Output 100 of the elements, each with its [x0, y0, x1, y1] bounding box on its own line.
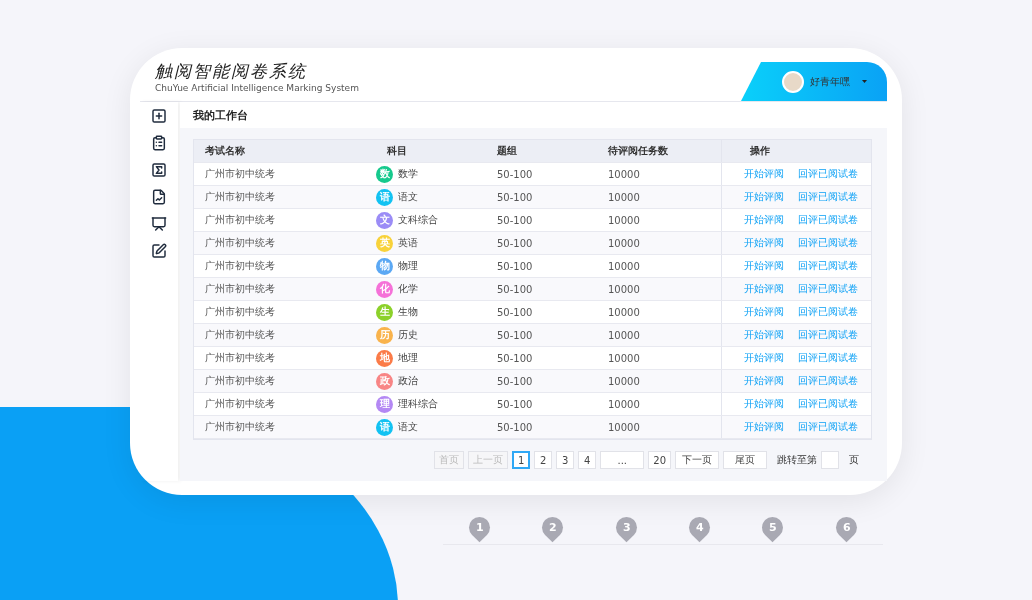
table-cell-text: 广州市初中统考 — [204, 420, 276, 434]
re-review-link[interactable]: 回评已阅试卷 — [798, 236, 858, 250]
subject-badge: 文 — [376, 211, 393, 229]
table-cell-text: 10000 — [607, 283, 641, 295]
table-cell-text: 50-100 — [496, 168, 534, 180]
table-cell-text: 10000 — [607, 329, 641, 341]
table-cell-text: 10000 — [607, 168, 641, 180]
jump-suffix: 页 — [849, 453, 859, 467]
start-review-link[interactable]: 开始评阅 — [744, 282, 784, 296]
subject-name: 历史 — [398, 328, 418, 342]
logo-title: 触阅智能阅卷系统 — [155, 60, 308, 83]
plus-icon[interactable] — [151, 108, 167, 124]
subject-name: 物理 — [398, 259, 418, 273]
table-cell-text: 广州市初中统考 — [204, 282, 276, 296]
subject-badge: 化 — [376, 280, 393, 298]
re-review-link[interactable]: 回评已阅试卷 — [798, 282, 858, 296]
user-name: 好青年嘿 — [810, 74, 850, 89]
table-cell-text: 50-100 — [496, 214, 534, 226]
subject-badge: 物 — [376, 257, 393, 275]
subject-name: 语文 — [398, 420, 418, 434]
table-cell-text: 10000 — [607, 421, 641, 433]
subject-badge: 政 — [376, 372, 393, 390]
avatar — [782, 70, 804, 93]
start-review-link[interactable]: 开始评阅 — [744, 328, 784, 342]
page-button[interactable]: 20 — [648, 451, 671, 469]
table-cell-text: 50-100 — [496, 398, 534, 410]
subject-badge: 语 — [376, 418, 393, 436]
subject-badge: 生 — [376, 303, 393, 321]
column-header: 待评阅任务数 — [607, 144, 669, 158]
subject-badge: 理 — [376, 395, 393, 413]
logo-subtitle: ChuYue Artificial Intelligence Marking System — [155, 83, 359, 93]
re-review-link[interactable]: 回评已阅试卷 — [798, 305, 858, 319]
table-cell-text: 50-100 — [496, 329, 534, 341]
re-review-link[interactable]: 回评已阅试卷 — [798, 328, 858, 342]
page-button[interactable]: 3 — [556, 451, 575, 469]
re-review-link[interactable]: 回评已阅试卷 — [798, 213, 858, 227]
page-title: 我的工作台 — [193, 107, 248, 123]
start-review-link[interactable]: 开始评阅 — [744, 397, 784, 411]
table-cell-text: 广州市初中统考 — [204, 236, 276, 250]
subject-name: 数学 — [398, 167, 418, 181]
subject-badge: 英 — [376, 234, 393, 252]
table-cell-text: 10000 — [607, 306, 641, 318]
table-cell-text: 50-100 — [496, 375, 534, 387]
subject-name: 英语 — [398, 236, 418, 250]
table-cell-text: 10000 — [607, 352, 641, 364]
table-cell-text: 广州市初中统考 — [204, 167, 276, 181]
table-cell-text: 广州市初中统考 — [204, 259, 276, 273]
start-review-link[interactable]: 开始评阅 — [744, 420, 784, 434]
subject-name: 文科综合 — [398, 213, 438, 227]
table-cell-text: 50-100 — [496, 260, 534, 272]
table-cell-text: 广州市初中统考 — [204, 328, 276, 342]
table-cell-text: 10000 — [607, 214, 641, 226]
user-panel[interactable]: 好青年嘿 — [741, 62, 887, 101]
start-review-link[interactable]: 开始评阅 — [744, 305, 784, 319]
page-button[interactable]: 1 — [511, 451, 531, 469]
subject-badge: 语 — [376, 188, 393, 206]
table-cell-text: 10000 — [607, 375, 641, 387]
start-review-link[interactable]: 开始评阅 — [744, 236, 784, 250]
board-icon[interactable] — [151, 216, 167, 232]
subject-badge: 数 — [376, 165, 393, 183]
re-review-link[interactable]: 回评已阅试卷 — [798, 351, 858, 365]
start-review-link[interactable]: 开始评阅 — [744, 167, 784, 181]
table-cell-text: 50-100 — [496, 306, 534, 318]
table-cell-text: 广州市初中统考 — [204, 374, 276, 388]
table-cell-text: 10000 — [607, 260, 641, 272]
start-review-link[interactable]: 开始评阅 — [744, 374, 784, 388]
re-review-link[interactable]: 回评已阅试卷 — [798, 397, 858, 411]
page-button[interactable]: 2 — [534, 451, 553, 469]
subject-name: 化学 — [398, 282, 418, 296]
re-review-link[interactable]: 回评已阅试卷 — [798, 420, 858, 434]
page-button[interactable]: ... — [600, 451, 645, 469]
start-review-link[interactable]: 开始评阅 — [744, 213, 784, 227]
chart-icon[interactable] — [151, 189, 167, 205]
table-cell-text: 广州市初中统考 — [204, 190, 276, 204]
table-cell-text: 50-100 — [496, 421, 534, 433]
table-cell-text: 广州市初中统考 — [204, 351, 276, 365]
subject-badge: 地 — [376, 349, 393, 367]
subject-badge: 历 — [376, 326, 393, 344]
start-review-link[interactable]: 开始评阅 — [744, 259, 784, 273]
edit-icon[interactable] — [151, 243, 167, 259]
table-cell-text: 50-100 — [496, 352, 534, 364]
column-header: 题组 — [496, 144, 518, 158]
list-icon[interactable] — [151, 135, 167, 151]
page-button[interactable]: 4 — [578, 451, 597, 469]
re-review-link[interactable]: 回评已阅试卷 — [798, 374, 858, 388]
jump-label: 跳转至第 — [777, 453, 817, 467]
start-review-link[interactable]: 开始评阅 — [744, 190, 784, 204]
caret-icon — [862, 80, 867, 83]
jump-input[interactable] — [821, 451, 839, 469]
re-review-link[interactable]: 回评已阅试卷 — [798, 190, 858, 204]
start-review-link[interactable]: 开始评阅 — [744, 351, 784, 365]
re-review-link[interactable]: 回评已阅试卷 — [798, 167, 858, 181]
subject-name: 理科综合 — [398, 397, 438, 411]
table-cell-text: 10000 — [607, 237, 641, 249]
column-header: 考试名称 — [204, 144, 246, 158]
re-review-link[interactable]: 回评已阅试卷 — [798, 259, 858, 273]
page-button[interactable]: 尾页 — [723, 451, 767, 469]
subject-name: 地理 — [398, 351, 418, 365]
page-button[interactable]: 下一页 — [675, 451, 719, 469]
subject-name: 政治 — [398, 374, 418, 388]
